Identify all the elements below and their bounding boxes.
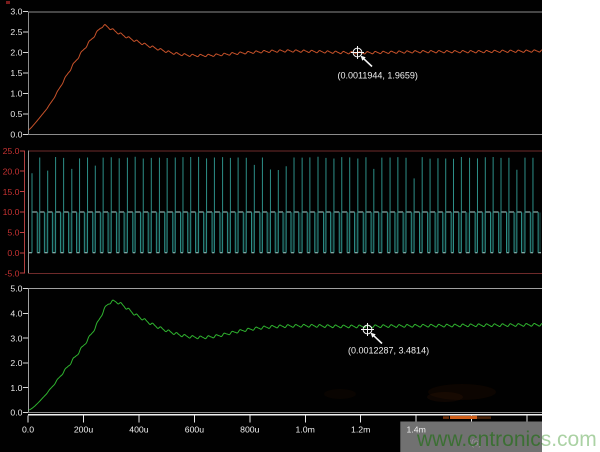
svg-text:3.0: 3.0 [10,333,22,343]
svg-text:20.0: 20.0 [3,166,20,176]
svg-text:3.0: 3.0 [10,7,22,17]
svg-text:10.0: 10.0 [3,207,20,217]
svg-text:0.0: 0.0 [10,408,22,418]
svg-text:5.0: 5.0 [7,228,19,238]
svg-text:600u: 600u [185,425,204,435]
svg-text:200u: 200u [74,425,93,435]
svg-text:-5.0: -5.0 [5,268,20,278]
svg-text:0.0: 0.0 [7,248,19,258]
svg-text:400u: 400u [129,425,148,435]
svg-text:5.0: 5.0 [10,284,22,294]
svg-text:4.0: 4.0 [10,309,22,319]
svg-text:0.0: 0.0 [22,425,34,435]
svg-text:1.0: 1.0 [10,89,22,99]
svg-text:800u: 800u [240,425,259,435]
svg-text:(0.0012287, 3.4814): (0.0012287, 3.4814) [348,346,429,356]
svg-text:1.0m: 1.0m [296,425,315,435]
svg-text:0.5: 0.5 [10,109,22,119]
svg-text:(0.0011944, 1.9659): (0.0011944, 1.9659) [338,71,418,81]
svg-text:15.0: 15.0 [3,187,20,197]
svg-text:0.0: 0.0 [10,130,22,140]
svg-text:1.0: 1.0 [10,383,22,393]
svg-text:2.5: 2.5 [10,27,22,37]
svg-text:2.0: 2.0 [10,48,22,58]
svg-text:2.0: 2.0 [10,358,22,368]
svg-text:1.5: 1.5 [10,68,22,78]
svg-text:25.0: 25.0 [3,146,20,156]
svg-text:1.2m: 1.2m [351,425,370,435]
